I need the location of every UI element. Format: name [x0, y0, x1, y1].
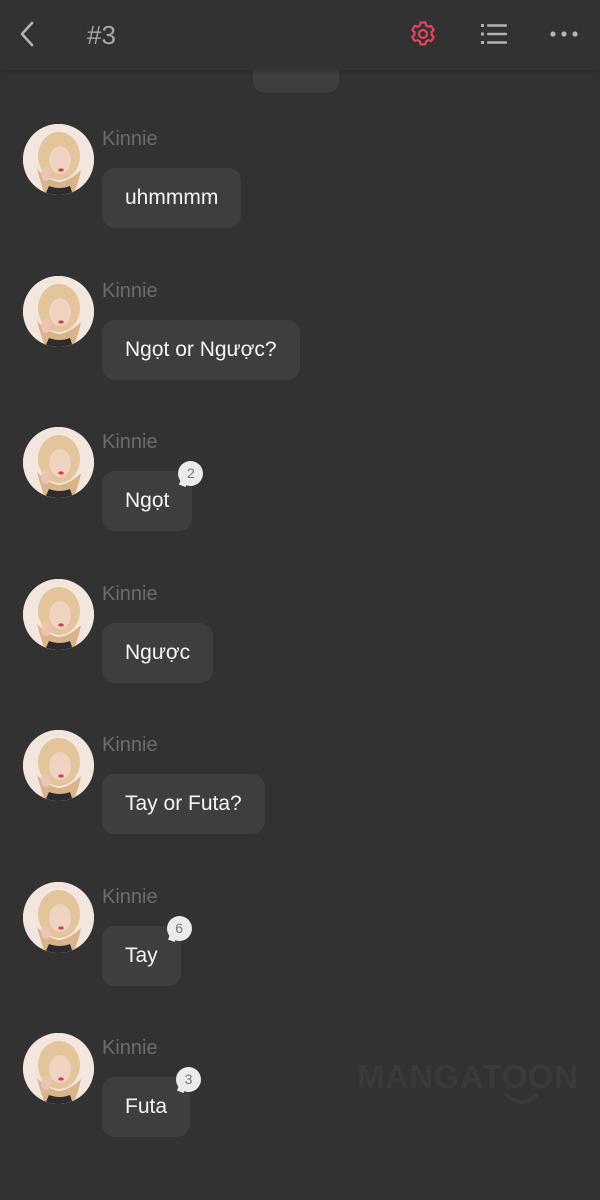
chat-message: Kinnie Tay 6 [0, 882, 600, 1012]
sender-name: Kinnie [102, 128, 158, 150]
avatar[interactable] [23, 882, 94, 953]
sender-name: Kinnie [102, 280, 158, 302]
more-horizontal-icon [550, 31, 578, 37]
message-text: Futa [125, 1095, 168, 1118]
message-text: Tay [125, 944, 158, 967]
top-bar: #3 [0, 0, 600, 70]
message-text: uhmmmm [125, 186, 219, 209]
message-text: Ngọt [125, 489, 170, 512]
chat-message: Kinnie Ngược [0, 579, 600, 709]
message-bubble[interactable]: Tay or Futa? [102, 774, 265, 834]
back-button[interactable] [10, 17, 44, 51]
page-title: #3 [87, 20, 116, 50]
gear-icon [411, 21, 435, 46]
watermark-text: MANGATOON [357, 1058, 579, 1095]
smile-icon [505, 1093, 539, 1104]
chat-message: Kinnie Tay or Futa? [0, 730, 600, 860]
message-text: Tay or Futa? [125, 792, 242, 815]
sender-name: Kinnie [102, 734, 158, 756]
avatar[interactable] [23, 1033, 94, 1104]
sender-name: Kinnie [102, 583, 158, 605]
message-text: Ngược [125, 641, 191, 664]
avatar[interactable] [23, 579, 94, 650]
chevron-left-icon [20, 21, 34, 47]
avatar[interactable] [23, 730, 94, 801]
avatar[interactable] [23, 427, 94, 498]
list-button[interactable] [476, 16, 512, 52]
sender-name: Kinnie [102, 886, 158, 908]
comment-count-badge[interactable]: 6 [166, 916, 192, 941]
comment-count-badge[interactable]: 2 [178, 461, 204, 486]
list-icon [481, 24, 507, 44]
chat-message: Kinnie uhmmmm [0, 124, 600, 254]
message-bubble[interactable]: Futa 3 [102, 1067, 202, 1137]
message-bubble[interactable]: Ngọt 2 [102, 461, 204, 531]
message-bubble[interactable]: Ngọt or Ngược? [102, 320, 300, 380]
message-text: Ngọt or Ngược? [125, 338, 277, 361]
message-bubble[interactable]: Ngược [102, 623, 214, 683]
more-button[interactable] [546, 16, 582, 52]
avatar[interactable] [23, 276, 94, 347]
message-bubble[interactable]: uhmmmm [102, 168, 242, 228]
settings-button[interactable] [405, 16, 441, 52]
sender-name: Kinnie [102, 1037, 158, 1059]
comment-count-badge[interactable]: 3 [176, 1067, 202, 1092]
chat-message: Kinnie Ngọt 2 [0, 427, 600, 557]
avatar[interactable] [23, 124, 94, 195]
chat-message: Kinnie Ngọt or Ngược? [0, 276, 600, 406]
watermark-logo: MANGATOON [357, 1058, 578, 1108]
message-bubble[interactable]: Tay 6 [102, 916, 192, 986]
sender-name: Kinnie [102, 431, 158, 453]
